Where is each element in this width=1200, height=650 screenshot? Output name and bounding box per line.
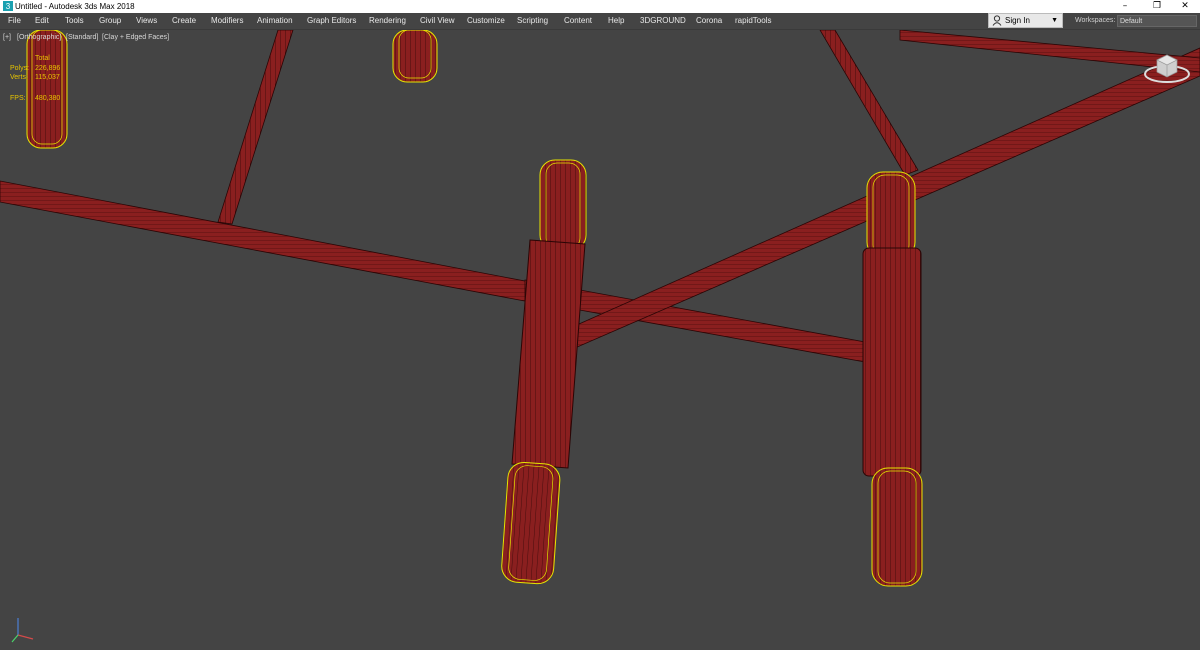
app-icon: 3: [3, 1, 13, 11]
strut-right[interactable]: [819, 30, 919, 176]
workspaces-select[interactable]: Default: [1117, 15, 1197, 27]
chevron-down-icon: ▼: [1051, 17, 1058, 24]
fixture-center[interactable]: [501, 159, 587, 585]
axis-tripod-icon: [11, 618, 34, 643]
menu-graph-editors[interactable]: Graph Editors: [307, 13, 356, 29]
menu-civil-view[interactable]: Civil View: [420, 13, 455, 29]
stats-fps-label: FPS:: [10, 95, 26, 102]
menu-group[interactable]: Group: [99, 13, 121, 29]
user-icon: [992, 15, 1002, 26]
stats-polys-value: 226,896: [35, 65, 61, 72]
stats-verts-value: 115,037: [35, 74, 60, 81]
workspaces-label: Workspaces:: [1075, 17, 1116, 24]
viewport-shading-label[interactable]: [Clay + Edged Faces]: [102, 33, 169, 43]
stats-header: Total: [35, 55, 50, 62]
stats-polys-label: Polys:: [10, 65, 30, 72]
window-title: Untitled - Autodesk 3ds Max 2018: [15, 2, 135, 11]
scene-geometry: [0, 30, 1200, 587]
restore-button[interactable]: ❐: [1142, 0, 1172, 13]
sign-in-label: Sign In: [1005, 16, 1030, 25]
fixture-right[interactable]: [862, 171, 923, 587]
viewcube-icon[interactable]: [1142, 50, 1192, 86]
stats-fps-value: 480,380: [35, 95, 61, 102]
menu-file[interactable]: File: [8, 13, 21, 29]
cylinder-selected-top-left[interactable]: [26, 30, 68, 149]
menu-rendering[interactable]: Rendering: [369, 13, 406, 29]
workspaces-value: Default: [1120, 18, 1143, 25]
viewport[interactable]: [+] [Orthographic] [Standard] [Clay + Ed…: [0, 30, 1200, 650]
beam-left-diagonal[interactable]: [0, 180, 531, 303]
close-button[interactable]: ✕: [1170, 0, 1200, 13]
menu-3dground[interactable]: 3DGROUND: [640, 13, 686, 29]
menu-customize[interactable]: Customize: [467, 13, 505, 29]
menu-create[interactable]: Create: [172, 13, 196, 29]
menu-help[interactable]: Help: [608, 13, 624, 29]
menu-corona[interactable]: Corona: [696, 13, 722, 29]
sign-in-dropdown[interactable]: Sign In ▼: [988, 13, 1063, 28]
menu-content[interactable]: Content: [564, 13, 592, 29]
viewport-plus-menu[interactable]: [+]: [3, 33, 11, 43]
strut-left[interactable]: [217, 30, 294, 225]
viewport-standard-label[interactable]: [Standard]: [66, 33, 98, 43]
menu-views[interactable]: Views: [136, 13, 157, 29]
cylinder-selected-top-center[interactable]: [392, 30, 438, 83]
menu-modifiers[interactable]: Modifiers: [211, 13, 243, 29]
menu-rapidtools[interactable]: rapidTools: [735, 13, 771, 29]
title-bar: 3 Untitled - Autodesk 3ds Max 2018 – ❐ ✕: [0, 0, 1200, 13]
minimize-button[interactable]: –: [1110, 0, 1140, 13]
menu-edit[interactable]: Edit: [35, 13, 49, 29]
svg-text:3: 3: [6, 2, 11, 11]
menu-tools[interactable]: Tools: [65, 13, 84, 29]
stats-verts-label: Verts:: [10, 74, 28, 81]
menu-animation[interactable]: Animation: [257, 13, 293, 29]
viewport-view-label[interactable]: [Orthographic]: [17, 33, 61, 43]
menu-scripting[interactable]: Scripting: [517, 13, 548, 29]
